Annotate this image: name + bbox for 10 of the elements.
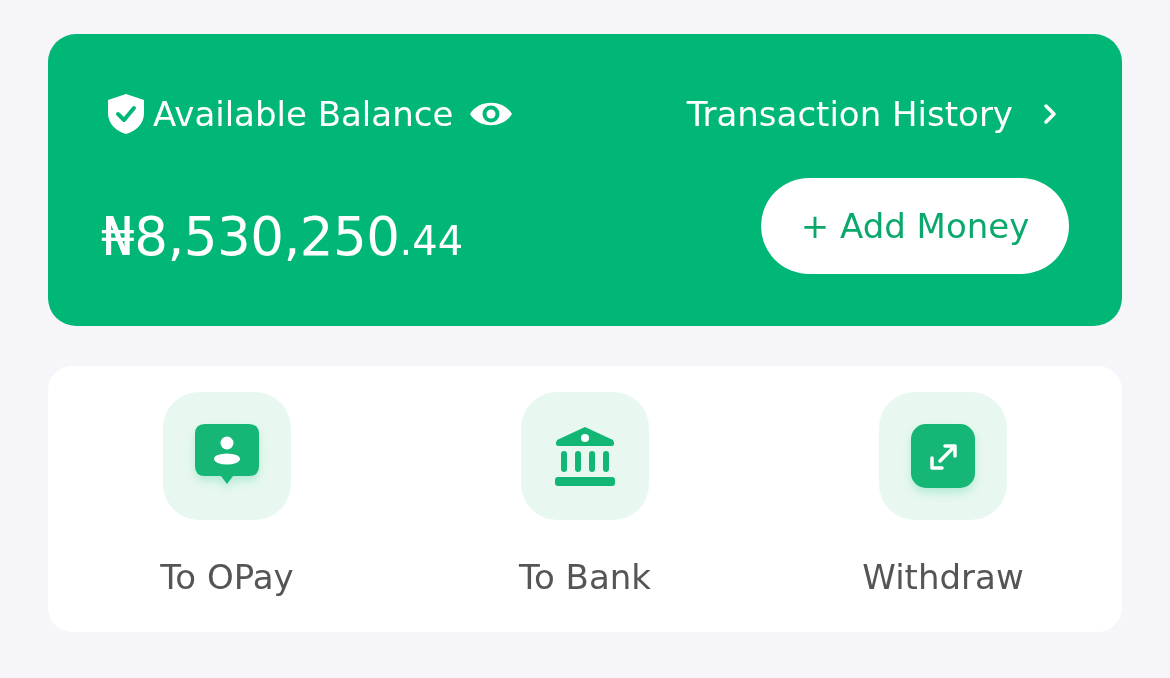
chat-person-icon [163,392,291,520]
action-button[interactable]: To Bank [519,392,651,597]
action-button[interactable]: To OPay [160,392,294,597]
balance-label: Available Balance [153,93,454,135]
bank-icon [521,392,649,520]
action-button[interactable]: Withdraw [862,392,1024,597]
balance-amount: ₦8,530,250.44 [101,209,464,263]
expand-arrows-icon [879,392,1007,520]
chevron-right-icon [1043,103,1057,125]
shield-check-icon [106,93,146,135]
